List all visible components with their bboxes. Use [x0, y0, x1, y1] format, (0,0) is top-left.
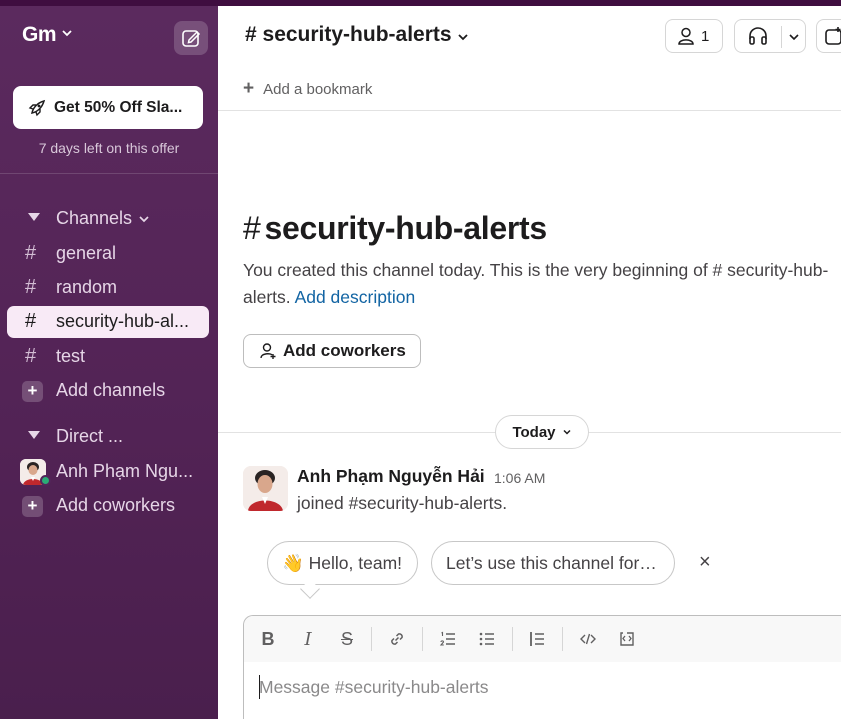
- sidebar-item-test[interactable]: # test: [7, 341, 209, 373]
- add-coworkers-button[interactable]: Add coworkers: [243, 334, 421, 368]
- channel-name: random: [56, 277, 118, 297]
- promo-subtext: 7 days left on this offer: [38, 140, 180, 156]
- promo-button[interactable]: Get 50% Off Sla...: [13, 86, 203, 129]
- canvas-icon: [825, 27, 841, 45]
- hash-icon: #: [25, 310, 37, 332]
- channel-name: general: [56, 243, 117, 263]
- bulleted-list-icon[interactable]: [476, 628, 498, 650]
- channel-view: # security-hub-alerts 1 + Add a bookmark…: [218, 6, 841, 719]
- avatar[interactable]: [243, 466, 288, 511]
- channels-header-label: Channels: [56, 208, 133, 228]
- add-coworkers-label: Add coworkers: [56, 495, 176, 515]
- caret-down-icon: [28, 431, 40, 439]
- channel-intro-title: # security-hub-alerts: [243, 210, 547, 247]
- plus-icon: +: [22, 496, 43, 517]
- huddle-button[interactable]: [734, 19, 806, 53]
- channels-section-header[interactable]: Channels: [0, 204, 218, 234]
- plus-icon: +: [243, 78, 255, 99]
- suggestion-hello-team[interactable]: 👋 Hello, team!: [267, 541, 418, 585]
- message-timestamp[interactable]: 1:06 AM: [494, 470, 545, 486]
- hash-icon: #: [25, 276, 37, 298]
- members-button[interactable]: 1: [665, 19, 723, 53]
- code-block-icon[interactable]: [616, 628, 638, 650]
- close-icon[interactable]: ×: [699, 551, 711, 574]
- blockquote-icon[interactable]: [526, 628, 548, 650]
- toolbar-separator: [422, 627, 423, 651]
- sidebar-item-general[interactable]: # general: [7, 238, 209, 270]
- add-person-icon: [260, 343, 276, 359]
- bookmark-label: Add a bookmark: [263, 80, 373, 98]
- rocket-icon: [28, 99, 46, 116]
- bold-icon[interactable]: B: [257, 628, 279, 650]
- link-icon[interactable]: [386, 628, 408, 650]
- day-divider-button[interactable]: Today: [495, 415, 589, 449]
- toolbar-separator: [371, 627, 372, 651]
- canvas-button[interactable]: [816, 19, 841, 53]
- sidebar-item-random[interactable]: # random: [7, 272, 209, 304]
- workspace-name[interactable]: Gm: [22, 23, 57, 47]
- caret-down-icon: [28, 213, 40, 221]
- hash-icon: #: [25, 242, 37, 264]
- compose-button[interactable]: [174, 21, 208, 55]
- sidebar: Gm Get 50% Off Sla... 7 days left on thi…: [0, 6, 218, 719]
- intro-channel-name: security-hub-alerts: [264, 210, 548, 246]
- chevron-down-icon: [139, 216, 149, 223]
- sidebar-divider: [0, 173, 218, 174]
- message-input[interactable]: Message #security-hub-alerts: [259, 677, 489, 698]
- message-body: joined #security-hub-alerts.: [297, 493, 508, 513]
- presence-indicator: [40, 475, 51, 486]
- toolbar-separator: [562, 627, 563, 651]
- workspace-header[interactable]: Gm: [0, 6, 218, 66]
- person-icon: [678, 27, 694, 45]
- chevron-down-icon[interactable]: [788, 31, 800, 43]
- button-separator: [781, 26, 782, 48]
- channel-title: # security-hub-alerts: [245, 23, 452, 46]
- direct-messages-section-header[interactable]: Direct ...: [0, 422, 218, 452]
- day-label: Today: [512, 423, 556, 441]
- sidebar-item-security-hub-alerts[interactable]: # security-hub-al...: [7, 306, 209, 338]
- formatting-toolbar: B I S: [244, 616, 841, 662]
- sidebar-item-dm-user[interactable]: Anh Phạm Ngu...: [7, 456, 209, 488]
- add-coworkers-label: Add coworkers: [283, 341, 406, 360]
- italic-icon[interactable]: I: [297, 628, 319, 650]
- hash-icon: #: [243, 210, 261, 246]
- channel-name: security-hub-al...: [56, 311, 190, 331]
- hash-icon: #: [25, 345, 37, 367]
- headphones-icon: [749, 27, 767, 45]
- chevron-down-icon: [457, 33, 468, 40]
- dm-user-name: Anh Phạm Ngu...: [56, 461, 194, 481]
- channel-intro-text: You created this channel today. This is …: [243, 257, 833, 311]
- chevron-down-icon: [62, 30, 72, 37]
- strikethrough-icon[interactable]: S: [336, 628, 358, 650]
- plus-icon: +: [22, 381, 43, 402]
- direct-header-label: Direct ...: [56, 426, 124, 446]
- toolbar-separator: [512, 627, 513, 651]
- suggestion-use-channel[interactable]: Let’s use this channel for…: [431, 541, 675, 585]
- add-coworkers-sidebar-button[interactable]: + Add coworkers: [7, 490, 209, 522]
- add-description-link[interactable]: Add description: [295, 287, 416, 307]
- add-channels-button[interactable]: + Add channels: [7, 375, 209, 407]
- compose-icon: [182, 30, 201, 47]
- message-author[interactable]: Anh Phạm Nguyễn Hải: [297, 466, 485, 487]
- channel-title-button[interactable]: # security-hub-alerts: [245, 23, 470, 47]
- member-count: 1: [701, 27, 710, 45]
- message-composer[interactable]: B I S Message #security-hub-alerts: [243, 615, 841, 719]
- promo-label: Get 50% Off Sla...: [54, 98, 183, 116]
- channel-name: test: [56, 346, 86, 366]
- add-bookmark-button[interactable]: + Add a bookmark: [243, 78, 372, 100]
- code-icon[interactable]: [577, 628, 599, 650]
- add-channels-label: Add channels: [56, 380, 166, 400]
- ordered-list-icon[interactable]: [437, 628, 459, 650]
- header-divider: [218, 110, 841, 111]
- chevron-down-icon: [563, 429, 571, 435]
